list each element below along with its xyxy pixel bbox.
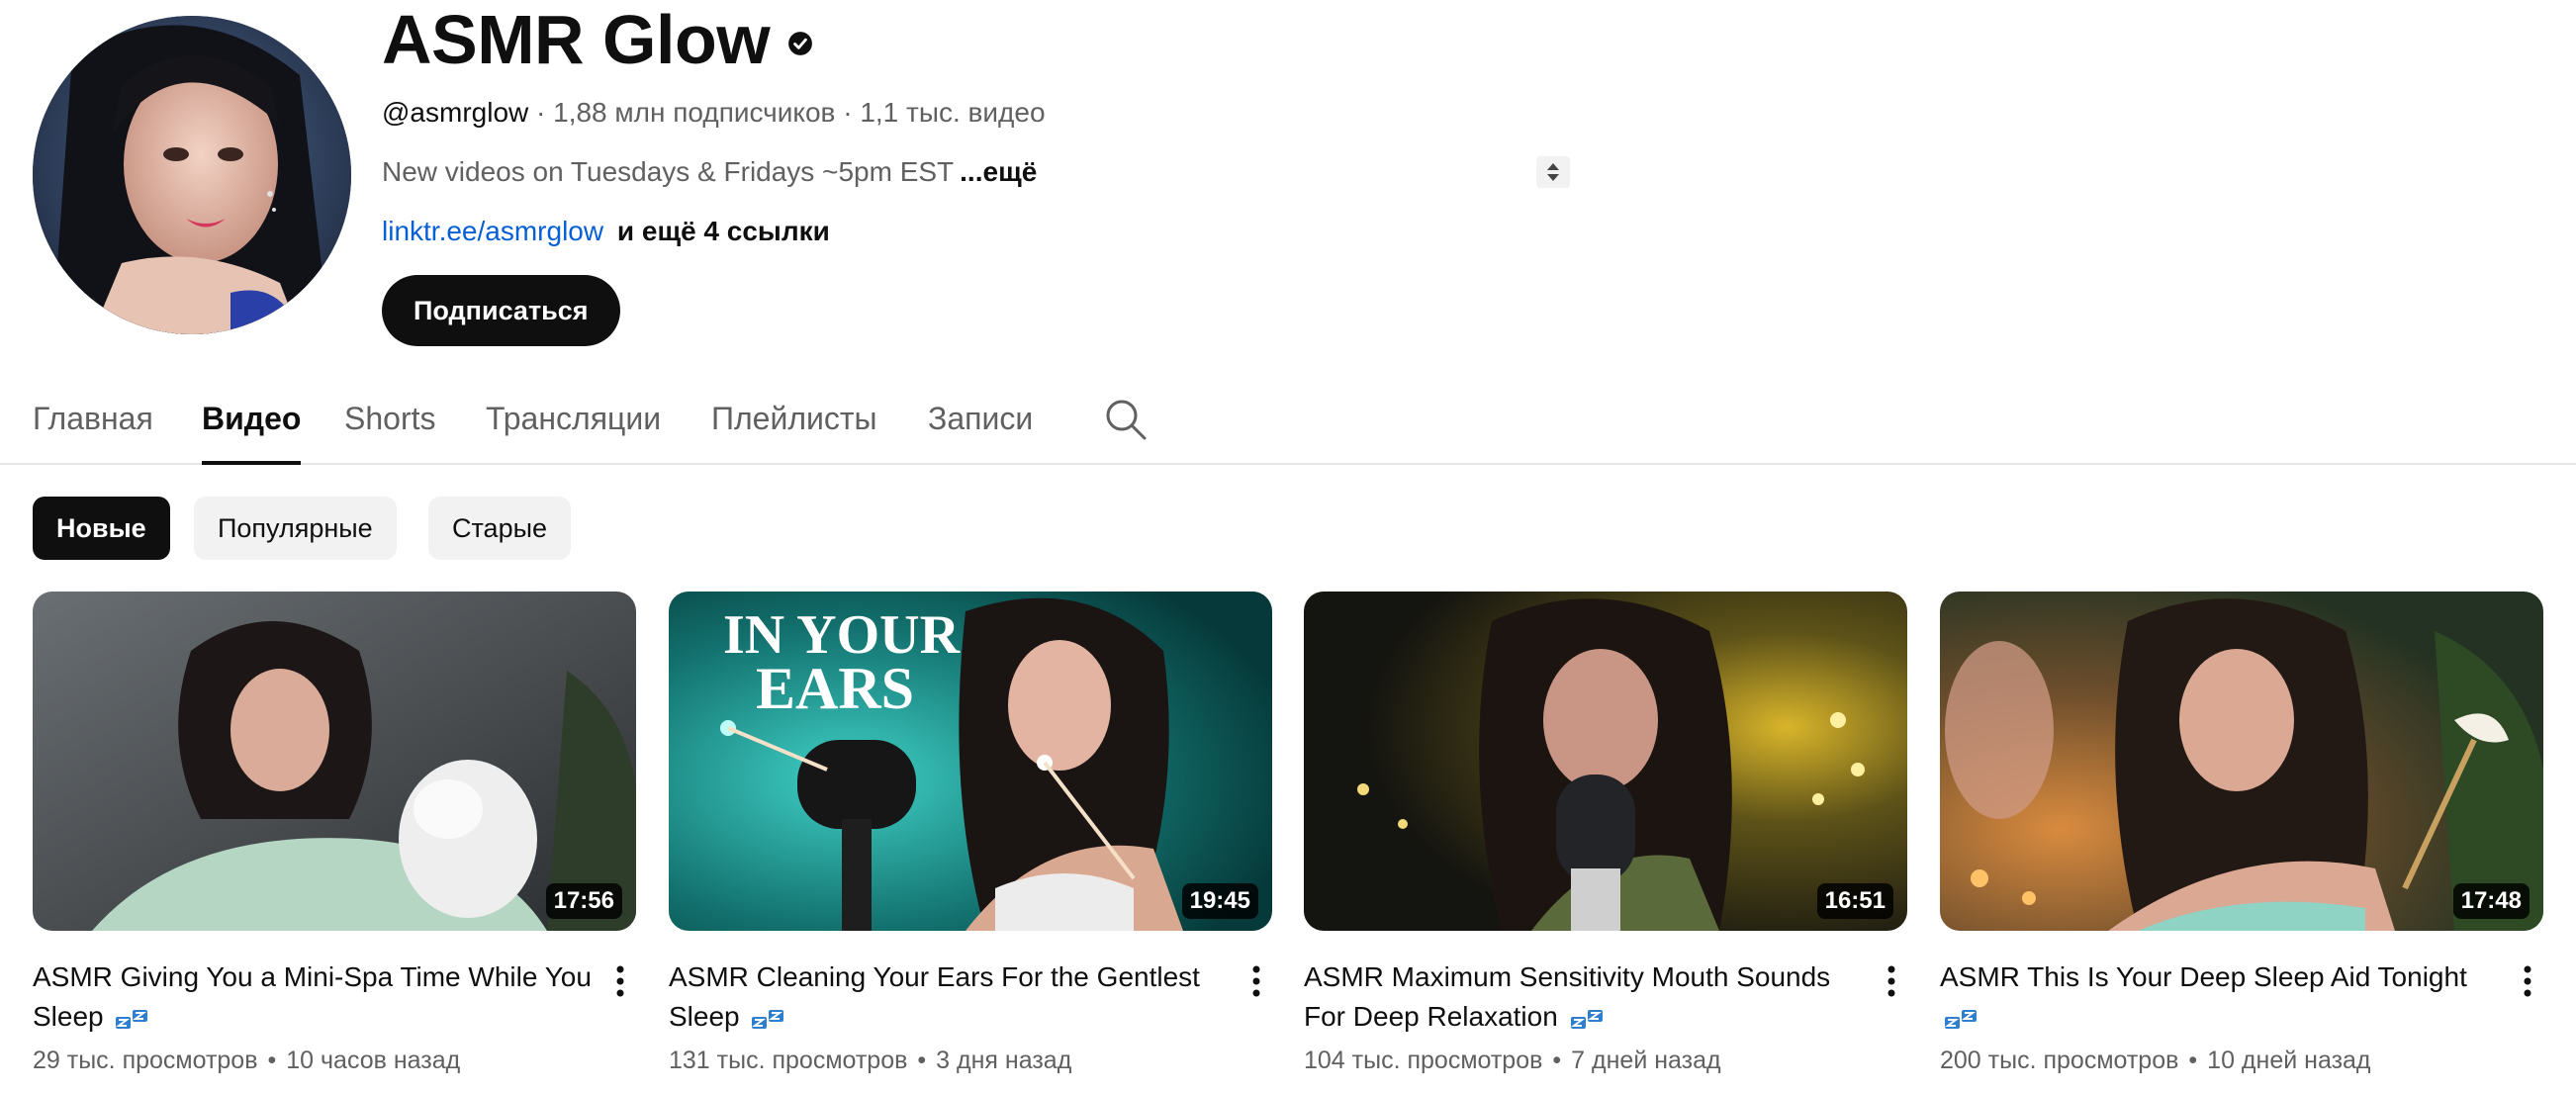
avatar-image: [33, 16, 351, 334]
view-count: 104 тыс. просмотров: [1304, 1047, 1543, 1074]
tab-posts[interactable]: Записи: [928, 396, 1033, 465]
video-title[interactable]: ASMR Giving You a Mini-Spa Time While Yo…: [33, 957, 597, 1037]
video-title-text: ASMR Cleaning Your Ears For the Gentlest…: [669, 961, 1200, 1032]
video-title[interactable]: ASMR Cleaning Your Ears For the Gentlest…: [669, 957, 1233, 1037]
video-card[interactable]: 17:56 ASMR Giving You a Mini-Spa Time Wh…: [33, 592, 636, 1074]
channel-page: ASMR Glow @asmrglow · 1,88 млн подписчик…: [0, 0, 2576, 1094]
chip-popular[interactable]: Популярные: [194, 497, 397, 560]
video-duration: 16:51: [1816, 883, 1893, 919]
thumbnail-image: [1940, 592, 2543, 931]
video-stats: 200 тыс. просмотров • 10 дней назад: [1940, 1045, 2543, 1076]
video-stats: 104 тыс. просмотров • 7 дней назад: [1304, 1045, 1907, 1076]
chip-oldest[interactable]: Старые: [428, 497, 572, 560]
upload-age: 7 дней назад: [1571, 1047, 1721, 1074]
meta-separator: ·: [536, 97, 546, 128]
zzz-sleep-emoji-icon: [1945, 1009, 1977, 1029]
channel-description[interactable]: New videos on Tuesdays & Fridays ~5pm ES…: [382, 154, 1037, 190]
stats-separator: •: [1552, 1047, 1562, 1074]
description-more-link[interactable]: ...ещё: [960, 156, 1037, 187]
video-card[interactable]: 16:51 ASMR Maximum Sensitivity Mouth Sou…: [1304, 592, 1907, 1074]
video-duration: 17:56: [545, 883, 622, 919]
zzz-sleep-emoji-icon: [116, 1009, 148, 1029]
thumbnail-image: [1304, 592, 1907, 931]
video-card[interactable]: 17:48 ASMR This Is Your Deep Sleep Aid T…: [1940, 592, 2543, 1074]
video-stats: 131 тыс. просмотров • 3 дня назад: [669, 1045, 1272, 1076]
tab-videos[interactable]: Видео: [202, 396, 302, 465]
view-count: 29 тыс. просмотров: [33, 1047, 258, 1074]
zzz-sleep-emoji-icon: [752, 1009, 784, 1029]
thumbnail-image: IN YOUR EARS: [669, 592, 1272, 931]
video-thumbnail[interactable]: IN YOUR EARS 19:45: [669, 592, 1272, 931]
chip-latest[interactable]: Новые: [33, 497, 170, 560]
stats-separator: •: [917, 1047, 927, 1074]
video-stats: 29 тыс. просмотров • 10 часов назад: [33, 1045, 636, 1076]
thumbnail-caption-line-2: EARS: [756, 656, 914, 721]
subscriber-count: 1,88 млн подписчиков: [553, 97, 836, 128]
tab-shorts[interactable]: Shorts: [344, 396, 435, 465]
tab-playlists[interactable]: Плейлисты: [711, 396, 877, 465]
channel-name-text: ASMR Glow: [382, 1, 771, 78]
zzz-sleep-emoji-icon: [1570, 1009, 1603, 1029]
video-count: 1,1 тыс. видео: [860, 97, 1046, 128]
thumbnail-image: [33, 592, 636, 931]
video-title-text: ASMR Maximum Sensitivity Mouth Sounds Fo…: [1304, 961, 1831, 1032]
upload-age: 10 часов назад: [286, 1047, 461, 1074]
channel-links: linktr.ee/asmrglow и ещё 4 ссылки: [382, 214, 830, 249]
channel-name: ASMR Glow: [382, 0, 813, 79]
channel-link[interactable]: linktr.ee/asmrglow: [382, 216, 603, 246]
search-icon[interactable]: [1103, 397, 1149, 442]
video-card[interactable]: IN YOUR EARS 19:45 ASMR Cleaning Your Ea…: [669, 592, 1272, 1074]
upload-age: 3 дня назад: [936, 1047, 1072, 1074]
video-thumbnail[interactable]: 16:51: [1304, 592, 1907, 931]
tab-live[interactable]: Трансляции: [486, 396, 661, 465]
video-title[interactable]: ASMR Maximum Sensitivity Mouth Sounds Fo…: [1304, 957, 1868, 1037]
subscribe-button[interactable]: Подписаться: [382, 275, 620, 346]
channel-meta: @asmrglow · 1,88 млн подписчиков · 1,1 т…: [382, 95, 1046, 131]
channel-avatar[interactable]: [33, 16, 351, 334]
upload-age: 10 дней назад: [2207, 1047, 2371, 1074]
description-text: New videos on Tuesdays & Fridays ~5pm ES…: [382, 156, 955, 187]
more-vert-icon[interactable]: [1882, 961, 1901, 1001]
video-title-text: ASMR This Is Your Deep Sleep Aid Tonight: [1940, 961, 2467, 992]
stats-separator: •: [267, 1047, 277, 1074]
stats-separator: •: [2188, 1047, 2198, 1074]
verified-check-icon: [788, 32, 813, 55]
video-thumbnail[interactable]: 17:48: [1940, 592, 2543, 931]
more-links-button[interactable]: и ещё 4 ссылки: [617, 216, 830, 246]
tab-home[interactable]: Главная: [33, 396, 153, 465]
video-duration: 17:48: [2452, 883, 2530, 919]
resize-handle[interactable]: [1536, 156, 1570, 188]
video-thumbnail[interactable]: 17:56: [33, 592, 636, 931]
more-vert-icon[interactable]: [1246, 961, 1266, 1001]
view-count: 131 тыс. просмотров: [669, 1047, 908, 1074]
view-count: 200 тыс. просмотров: [1940, 1047, 2179, 1074]
video-title[interactable]: ASMR This Is Your Deep Sleep Aid Tonight: [1940, 957, 2504, 1037]
meta-separator: ·: [843, 97, 853, 128]
more-vert-icon[interactable]: [610, 961, 630, 1001]
updown-arrows-icon: [1547, 163, 1559, 181]
channel-handle: @asmrglow: [382, 97, 529, 128]
video-duration: 19:45: [1181, 883, 1258, 919]
more-vert-icon[interactable]: [2518, 961, 2537, 1001]
channel-tabs: Главная Видео Shorts Трансляции Плейлист…: [0, 376, 2576, 465]
